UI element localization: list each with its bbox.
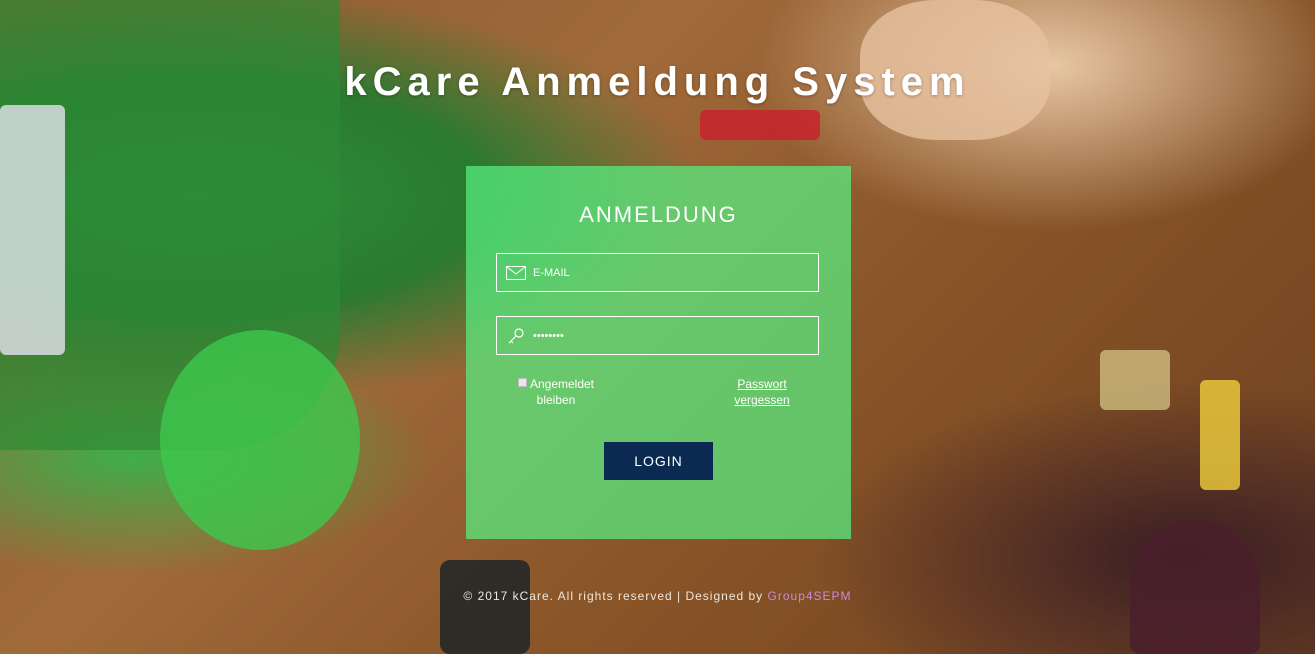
toy-figure [1200,380,1240,490]
footer-text: © 2017 kCare. All rights reserved | Desi… [463,589,768,603]
toy-boat [1130,520,1260,654]
toy-firechief [700,110,820,140]
envelope-icon [505,264,527,282]
remember-me[interactable]: Angemeldet bleiben [506,376,606,408]
remember-checkbox[interactable] [517,378,527,387]
login-panel: ANMELDUNG Angemeldet bleiben Passwort ve… [466,166,851,539]
password-field [496,316,819,355]
password-input[interactable] [527,316,818,355]
footer-designer-link[interactable]: Group4SEPM [768,589,852,603]
email-input[interactable] [527,253,818,292]
email-field [496,253,819,292]
page-title: kCare Anmeldung System [344,60,971,104]
login-heading: ANMELDUNG [579,202,738,227]
toy-wall [0,105,65,355]
toy-tree [160,330,360,550]
key-icon [505,327,527,345]
footer: © 2017 kCare. All rights reserved | Desi… [0,589,1315,603]
toy-bucket [1100,350,1170,410]
toy-dark-object [440,560,530,654]
forgot-password-link[interactable]: Passwort vergessen [724,376,800,408]
login-button[interactable]: LOGIN [604,442,713,480]
remember-label: Angemeldet bleiben [529,377,595,407]
